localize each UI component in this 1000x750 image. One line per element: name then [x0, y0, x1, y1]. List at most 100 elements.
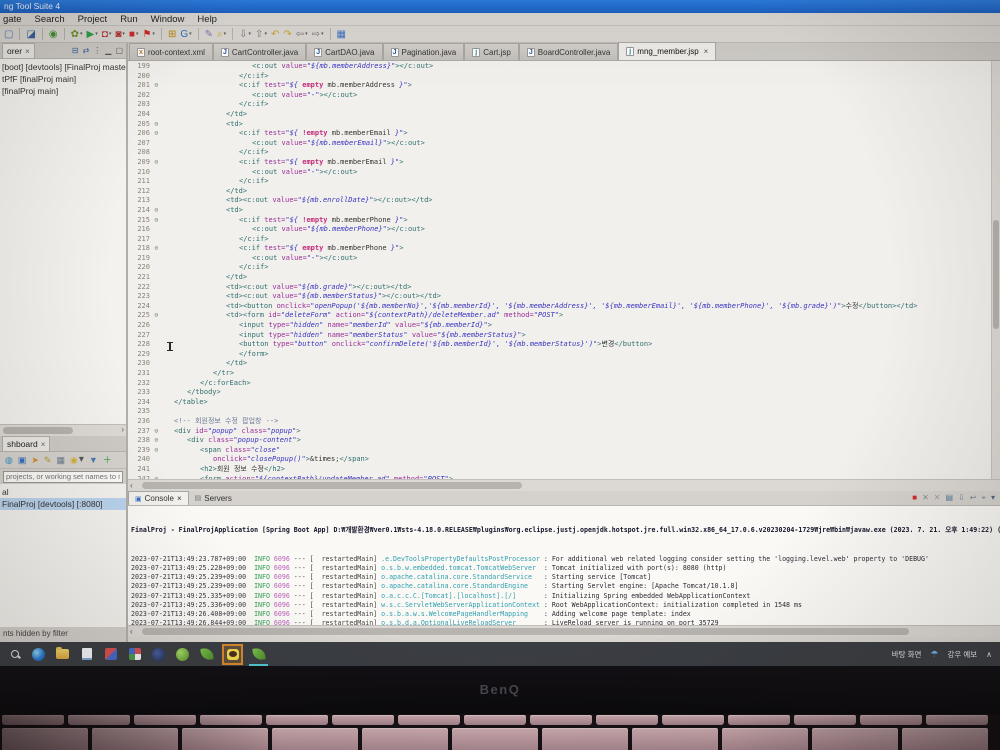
toolbar-new-java-package-icon[interactable]: ⊞ — [167, 27, 177, 41]
menu-window[interactable]: Window — [151, 14, 185, 25]
dashboard-open-console-icon[interactable]: ▣ — [17, 453, 28, 467]
close-icon[interactable]: × — [41, 440, 46, 449]
toolbar-debug-icon[interactable]: ✿▾ — [70, 27, 84, 41]
dropdown-arrow-icon[interactable]: ▾ — [152, 31, 155, 37]
console-tab-servers[interactable]: ▤Servers — [189, 491, 238, 505]
scrollbar-thumb[interactable] — [993, 220, 999, 329]
scrollbar-thumb[interactable] — [142, 482, 522, 489]
dropdown-arrow-icon[interactable]: ▾ — [95, 31, 98, 37]
toolbar-open-type-icon[interactable]: G▾ — [179, 27, 192, 41]
dropdown-arrow-icon[interactable]: ▾ — [80, 31, 83, 37]
menu-gate[interactable]: gate — [3, 14, 22, 25]
code-editor[interactable]: 199<c:out value="${mb.memberAddress}"></… — [128, 61, 1000, 479]
window-titlebar[interactable]: ng Tool Suite 4 — [0, 0, 1000, 13]
console-display-selected-console-icon[interactable]: ▾ — [990, 491, 996, 505]
toolbar-boot-dashboard-icon[interactable]: ◉ — [48, 27, 59, 41]
dropdown-arrow-icon[interactable]: ▾ — [305, 31, 308, 37]
taskbar-icon-explorer[interactable] — [54, 646, 71, 663]
taskbar-icon-app-red[interactable] — [102, 646, 119, 663]
fold-marker-icon[interactable]: ⊖ — [152, 427, 161, 437]
dashboard-item[interactable]: FinalProj [devtools] [:8080] — [0, 498, 126, 510]
toolbar-forward-history-icon[interactable]: ⇨▾ — [311, 27, 325, 41]
dropdown-arrow-icon[interactable]: ▾ — [122, 31, 125, 37]
console-scroll-lock-icon[interactable]: ⇩ — [957, 491, 966, 505]
close-icon[interactable]: × — [704, 47, 709, 56]
console-pin-console-icon[interactable]: ⌖ — [980, 491, 987, 505]
editor-vscrollbar[interactable] — [991, 61, 1000, 479]
dashboard-open-properties-icon[interactable]: ▦ — [55, 453, 66, 467]
toolbar-run-icon[interactable]: ▶▾ — [86, 27, 99, 41]
dropdown-arrow-icon[interactable]: ▾ — [109, 31, 112, 37]
toolbar-search-icon[interactable]: ⌕▾ — [216, 27, 227, 41]
weather-label[interactable]: 강우 예보 — [947, 649, 977, 660]
taskbar-icon-edge[interactable] — [30, 646, 47, 663]
toolbar-coverage-icon[interactable]: ◘▾ — [101, 27, 113, 41]
console-terminate-icon[interactable]: ■ — [911, 491, 918, 505]
tab-boot-dashboard[interactable]: shboard × — [2, 436, 50, 451]
explorer-view-menu-icon[interactable]: ⋮ — [92, 44, 102, 58]
dropdown-arrow-icon[interactable]: ▾ — [264, 31, 267, 37]
editor-tab-CartController.java[interactable]: JCartController.java — [213, 43, 306, 60]
editor-tab-mng_member.jsp[interactable]: jmng_member.jsp× — [618, 42, 716, 60]
toolbar-save-all-icon[interactable]: ◪ — [25, 27, 36, 41]
dropdown-arrow-icon[interactable]: ▾ — [249, 31, 252, 37]
fold-marker-icon[interactable]: ⊖ — [152, 206, 161, 216]
explorer-link-with-editor-icon[interactable]: ⇄ — [82, 44, 91, 58]
taskbar-icon-search[interactable] — [6, 646, 23, 663]
toolbar-new-window-icon[interactable]: ▢ — [3, 27, 14, 41]
explorer-collapse-all-icon[interactable]: ⊟ — [71, 44, 80, 58]
fold-marker-icon[interactable]: ⊖ — [152, 129, 161, 139]
close-icon[interactable]: × — [25, 47, 30, 56]
dropdown-arrow-icon[interactable]: ▾ — [79, 454, 84, 466]
dashboard-filter-icon[interactable]: ▼ — [88, 453, 99, 467]
toolbar-profile-icon[interactable]: ◙▾ — [114, 27, 126, 41]
taskbar-icon-kakaotalk[interactable] — [222, 644, 243, 665]
explorer-minimize-icon[interactable]: ▁ — [104, 44, 112, 58]
dropdown-arrow-icon[interactable]: ▾ — [224, 31, 227, 37]
dropdown-arrow-icon[interactable]: ▾ — [136, 31, 139, 37]
dashboard-filter-input[interactable] — [3, 471, 123, 483]
tree-item[interactable]: tPfF [finalProj main] — [0, 73, 126, 85]
tab-project-explorer[interactable]: orer × — [2, 43, 35, 58]
tree-item[interactable]: [finalProj main] — [0, 85, 126, 97]
console-remove-all-launches-icon[interactable]: ✕ — [933, 491, 942, 505]
dropdown-arrow-icon[interactable]: ▾ — [321, 31, 324, 37]
dashboard-open-config-icon[interactable]: ✎ — [43, 453, 53, 467]
toolbar-annotation-next-icon[interactable]: ⇩▾ — [238, 27, 252, 41]
dropdown-arrow-icon[interactable]: ▾ — [189, 31, 192, 37]
editor-tab-Pagination.java[interactable]: JPagination.java — [383, 43, 465, 60]
dashboard-add-launch-icon[interactable]: ＋ — [102, 453, 113, 467]
taskbar-icon-sts[interactable] — [198, 646, 215, 663]
console-output[interactable]: FinalProj - FinalProjApplication [Spring… — [128, 506, 1000, 625]
toolbar-open-resource-icon[interactable]: ✎ — [204, 27, 214, 41]
dashboard-item[interactable]: al — [0, 486, 126, 498]
fold-marker-icon[interactable]: ⊖ — [152, 158, 161, 168]
tray-chevron-icon[interactable]: ∧ — [986, 650, 992, 659]
scroll-left-arrow-icon[interactable]: ‹ — [130, 627, 133, 636]
menu-project[interactable]: Project — [78, 14, 108, 25]
close-icon[interactable]: × — [177, 494, 182, 503]
toolbar-last-edit-icon[interactable]: ↶ — [270, 27, 280, 41]
menu-search[interactable]: Search — [35, 14, 65, 25]
toolbar-relaunch-icon[interactable]: ⚑▾ — [141, 27, 155, 41]
taskbar-icon-spring-active[interactable] — [250, 646, 267, 663]
tree-item[interactable]: [boot] [devtools] [FinalProj maste — [0, 61, 126, 73]
console-remove-launch-icon[interactable]: ✕ — [921, 491, 930, 505]
console-hscrollbar[interactable]: ‹ — [128, 625, 1000, 637]
dashboard-open-web-browser-icon[interactable]: ◍ — [4, 453, 14, 467]
console-word-wrap-icon[interactable]: ↩ — [969, 491, 978, 505]
desktop-label[interactable]: 바탕 화면 — [892, 649, 922, 660]
console-clear-console-icon[interactable]: ▤ — [945, 491, 955, 505]
explorer-maximize-icon[interactable]: ▢ — [114, 44, 124, 58]
project-explorer-tree[interactable]: [boot] [devtools] [FinalProj mastetPfF [… — [0, 59, 126, 424]
fold-marker-icon[interactable]: ⊖ — [152, 311, 161, 321]
fold-marker-icon[interactable]: ⊖ — [152, 81, 161, 91]
editor-tab-root-context.xml[interactable]: xroot-context.xml — [129, 43, 213, 60]
fold-marker-icon[interactable]: ⊖ — [152, 216, 161, 226]
toolbar-stop-icon[interactable]: ■▾ — [128, 27, 140, 41]
toolbar-annotation-prev-icon[interactable]: ⇧▾ — [254, 27, 268, 41]
editor-tab-Cart.jsp[interactable]: jCart.jsp — [464, 43, 519, 60]
fold-marker-icon[interactable]: ⊖ — [152, 244, 161, 254]
menu-help[interactable]: Help — [197, 14, 217, 25]
dashboard-jmx-tag-icon[interactable]: ➤ — [30, 453, 40, 467]
